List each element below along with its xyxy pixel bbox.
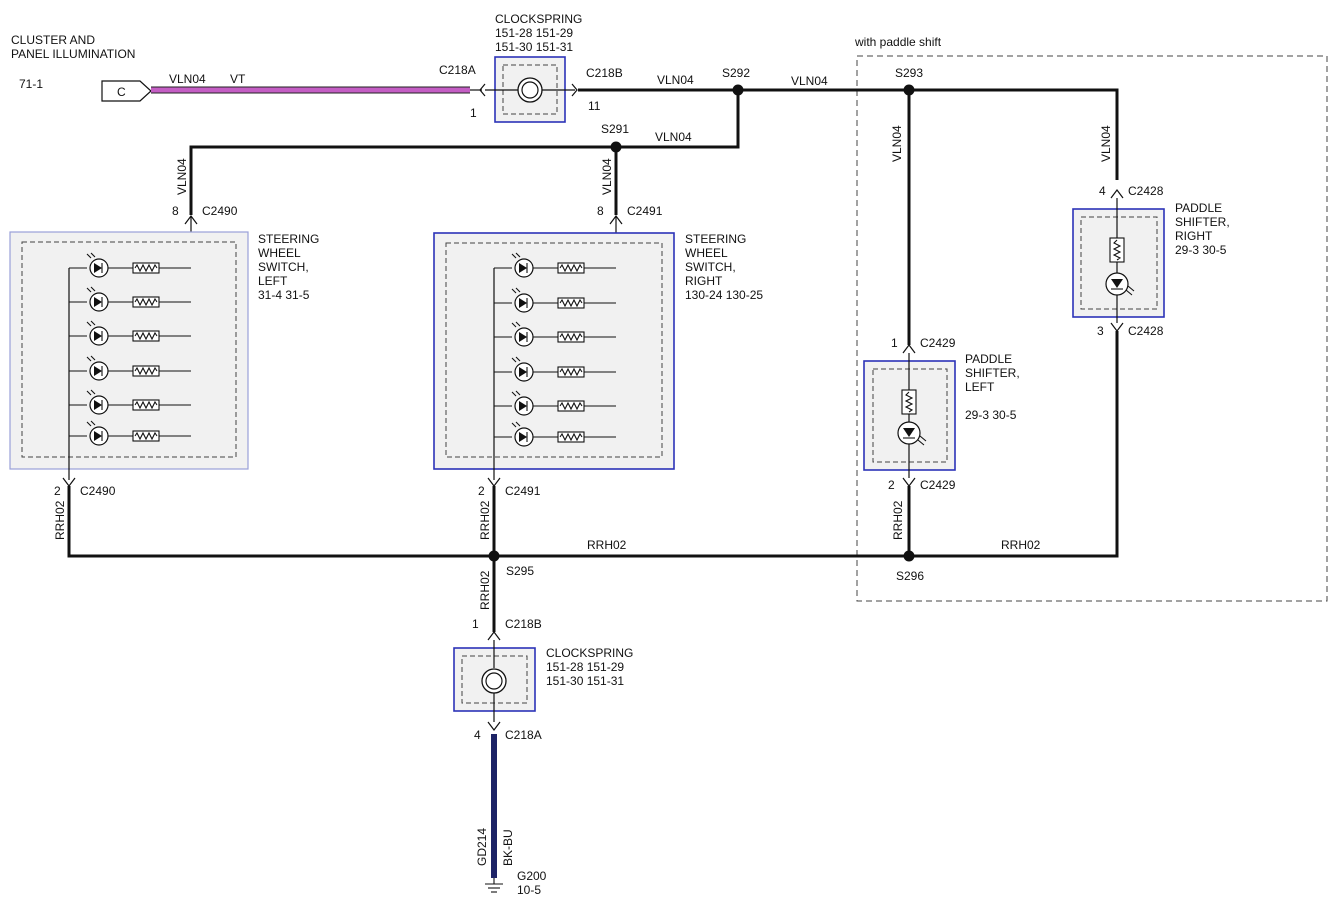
clockspring-top-left-conn: C218A [439, 63, 476, 77]
switch-right-name-1: STEERING [685, 232, 746, 246]
ground-ref: 10-5 [517, 883, 541, 897]
option-label: with paddle shift [854, 35, 942, 49]
wire-label-vln04-top-left: VLN04 [169, 72, 206, 86]
splice-label-s296: S296 [896, 569, 924, 583]
clockspring-bottom-name: CLOCKSPRING [546, 646, 633, 660]
wire-label-vln04-a: VLN04 [657, 73, 694, 87]
paddle-right-bottom-pin: 3 [1097, 324, 1104, 338]
wire-label-vln04-c: VLN04 [655, 130, 692, 144]
wire-label-vln04-left-switch: VLN04 [175, 158, 189, 195]
clockspring-top-name: CLOCKSPRING [495, 12, 582, 26]
paddle-left-top-conn: C2429 [920, 336, 956, 350]
wire-label-bkbu: BK-BU [501, 829, 515, 866]
paddle-left-name-2: SHIFTER, [965, 366, 1020, 380]
paddle-left-bottom-pin: 2 [888, 478, 895, 492]
switch-right-refs: 130-24 130-25 [685, 288, 763, 302]
wire-label-vt: VT [230, 72, 246, 86]
splice-label-s291: S291 [601, 122, 629, 136]
wire-label-rrh02-mid: RRH02 [478, 500, 492, 540]
switch-left-refs: 31-4 31-5 [258, 288, 310, 302]
vln04-feed-left [189, 90, 740, 215]
wire-label-vln04-paddle-left: VLN04 [890, 125, 904, 162]
clockspring-top-refs-1: 151-28 151-29 [495, 26, 573, 40]
wire-label-vln04-paddle-right: VLN04 [1099, 125, 1113, 162]
switch-left-name-1: STEERING [258, 232, 319, 246]
switch-left-name-3: SWITCH, [258, 260, 309, 274]
paddle-left-bottom-conn: C2429 [920, 478, 956, 492]
clockspring-bottom-top-pin: 1 [472, 617, 479, 631]
wire-label-rrh02-down: RRH02 [478, 570, 492, 610]
paddle-right-top-conn: C2428 [1128, 184, 1164, 198]
paddle-right-refs: 29-3 30-5 [1175, 243, 1227, 257]
clockspring-top-refs-2: 151-30 151-31 [495, 40, 573, 54]
switch-right-bottom-conn: C2491 [505, 484, 541, 498]
splice-label-s292: S292 [722, 66, 750, 80]
wire-label-rrh02-bus-b: RRH02 [1001, 538, 1041, 552]
title-line-2: PANEL ILLUMINATION [11, 47, 135, 61]
wiring-diagram: with paddle shift CLUSTER AND PANEL ILLU… [9, 12, 1328, 897]
switch-left-top-pin: 8 [172, 204, 179, 218]
title-ref: 71-1 [19, 77, 43, 91]
paddle-left-refs: 29-3 30-5 [965, 408, 1017, 422]
clockspring-top-left-pin: 1 [470, 106, 477, 120]
wire-label-vln04-right-switch: VLN04 [600, 158, 614, 195]
splice-s296 [903, 550, 915, 562]
switch-left-top-conn: C2490 [202, 204, 238, 218]
switch-right-name-4: RIGHT [685, 274, 723, 288]
paddle-right-top-pin: 4 [1099, 184, 1106, 198]
title-line-1: CLUSTER AND [11, 33, 95, 47]
clockspring-top-right-conn: C218B [586, 66, 623, 80]
clockspring-top-right-pin: 11 [588, 99, 601, 113]
wire-label-gd214: GD214 [475, 828, 489, 866]
splice-label-s295: S295 [506, 564, 534, 578]
wire-label-vln04-b: VLN04 [791, 74, 828, 88]
wire-label-rrh02-left: RRH02 [53, 500, 67, 540]
wire-label-rrh02-paddle: RRH02 [891, 500, 905, 540]
paddle-left-name-3: LEFT [965, 380, 995, 394]
paddle-right-name-1: PADDLE [1175, 201, 1222, 215]
clockspring-bottom-refs-2: 151-30 151-31 [546, 674, 624, 688]
paddle-right-name-3: RIGHT [1175, 229, 1213, 243]
connector-tag-label: C [117, 85, 126, 99]
switch-left-name-2: WHEEL [258, 246, 301, 260]
clockspring-bottom-bottom-conn: C218A [505, 728, 542, 742]
splice-label-s293: S293 [895, 66, 923, 80]
switch-left-bottom-conn: C2490 [80, 484, 116, 498]
paddle-right-bottom-conn: C2428 [1128, 324, 1164, 338]
connector-tag [101, 80, 152, 102]
clockspring-bottom-top-conn: C218B [505, 617, 542, 631]
paddle-shift-option-box [856, 55, 1328, 602]
switch-right-top-conn: C2491 [627, 204, 663, 218]
switch-right-bottom-pin: 2 [478, 484, 485, 498]
wire-label-rrh02-bus-a: RRH02 [587, 538, 627, 552]
paddle-right-name-2: SHIFTER, [1175, 215, 1230, 229]
switch-right-name-3: SWITCH, [685, 260, 736, 274]
switch-right-top-pin: 8 [597, 204, 604, 218]
clockspring-bottom-bottom-pin: 4 [474, 728, 481, 742]
clockspring-bottom-refs-1: 151-28 151-29 [546, 660, 624, 674]
ground-symbol-icon [485, 878, 503, 893]
paddle-left-top-pin: 1 [891, 336, 898, 350]
switch-right-name-2: WHEEL [685, 246, 728, 260]
ground-name: G200 [517, 869, 547, 883]
switch-left-bottom-pin: 2 [54, 484, 61, 498]
switch-left-name-4: LEFT [258, 274, 288, 288]
paddle-shifter-right-box [1072, 208, 1165, 318]
paddle-left-name-1: PADDLE [965, 352, 1012, 366]
